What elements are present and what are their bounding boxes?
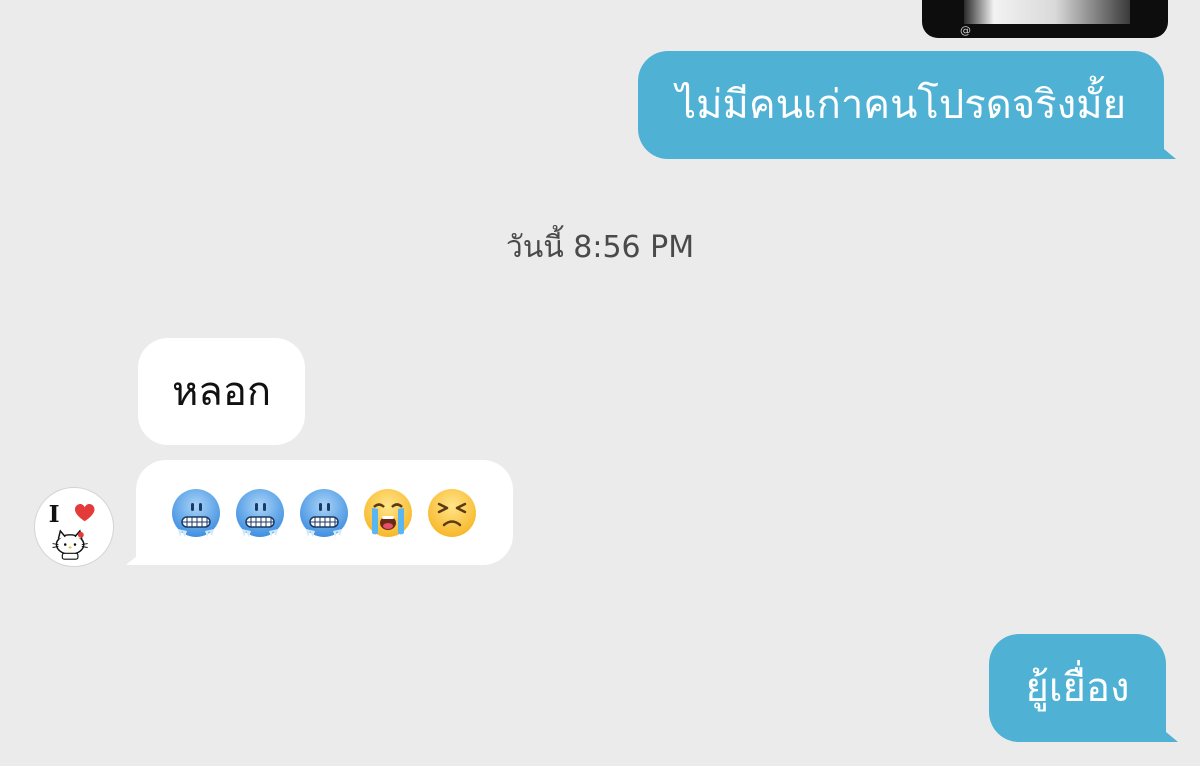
outgoing-message-bubble[interactable]: ยู้เยื่อง <box>989 634 1178 742</box>
cold-face-emoji-icon <box>236 488 284 537</box>
outgoing-message-bubble[interactable]: ไม่มีคนเก่าคนโปรดจริงมั้ย <box>638 51 1176 159</box>
media-tag-label: @ <box>960 24 971 37</box>
message-text: หลอก <box>171 368 272 415</box>
message-text: ยู้เยื่อง <box>1025 665 1130 711</box>
media-preview-image <box>964 0 1130 24</box>
bubble-tail <box>1154 722 1178 742</box>
cold-face-emoji-icon <box>300 488 348 537</box>
chat-timestamp: วันนี้ 8:56 PM <box>505 230 695 265</box>
loudly-crying-face-emoji-icon <box>364 488 412 537</box>
message-text: ไม่มีคนเก่าคนโปรดจริงมั้ย <box>676 82 1126 128</box>
incoming-emoji-message-bubble[interactable] <box>126 460 513 565</box>
bubble-tail <box>126 547 148 565</box>
contact-avatar[interactable]: I <box>34 487 114 567</box>
avatar-letter: I <box>49 500 60 528</box>
cold-face-emoji-icon <box>172 488 220 537</box>
previous-media-thumbnail[interactable]: @ <box>922 0 1168 38</box>
incoming-message-bubble[interactable]: หลอก <box>138 338 305 445</box>
i-love-hello-kitty-avatar-icon: I <box>49 500 95 560</box>
persevering-face-emoji-icon <box>428 488 476 537</box>
bubble-tail <box>1152 139 1176 159</box>
emoji-row <box>170 487 478 539</box>
